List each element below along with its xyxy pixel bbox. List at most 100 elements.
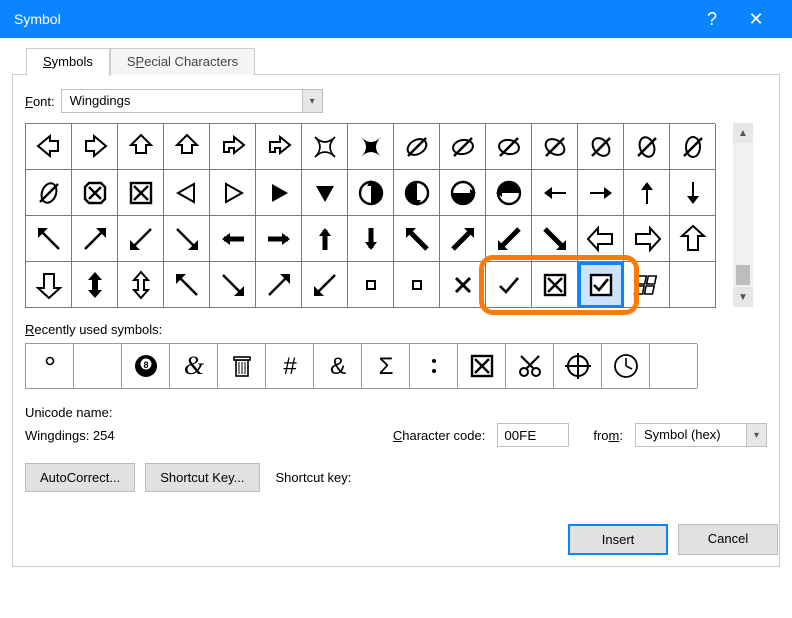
symbol-cell[interactable] xyxy=(118,124,164,170)
charcode-input[interactable] xyxy=(497,423,569,447)
symbol-cell[interactable] xyxy=(26,124,72,170)
font-dropdown-button[interactable]: ▾ xyxy=(302,90,322,112)
recent-symbol-cell[interactable] xyxy=(26,344,74,388)
font-value[interactable]: Wingdings xyxy=(62,90,302,112)
recent-symbol-cell[interactable]: 8 xyxy=(122,344,170,388)
symbol-cell[interactable] xyxy=(72,262,118,308)
symbol-cell[interactable] xyxy=(486,170,532,216)
symbol-cell[interactable] xyxy=(210,216,256,262)
symbol-grid[interactable] xyxy=(25,123,715,308)
font-row: Font: Wingdings ▾ xyxy=(25,89,767,113)
symbol-cell[interactable] xyxy=(578,170,624,216)
from-dropdown-button[interactable]: ▾ xyxy=(746,424,766,446)
dialog-content: Symbols SPecial Characters Font: Wingdin… xyxy=(0,38,792,567)
symbol-cell[interactable] xyxy=(440,262,486,308)
recent-symbol-cell[interactable] xyxy=(458,344,506,388)
symbol-cell[interactable] xyxy=(164,124,210,170)
from-value[interactable]: Symbol (hex) xyxy=(636,424,746,446)
symbol-cell[interactable] xyxy=(348,216,394,262)
symbol-cell[interactable] xyxy=(532,262,578,308)
symbol-cell[interactable] xyxy=(670,216,716,262)
font-dropdown[interactable]: Wingdings ▾ xyxy=(61,89,323,113)
shortcut-key-label: Shortcut key: xyxy=(276,470,352,485)
autocorrect-button[interactable]: AutoCorrect... xyxy=(25,463,135,492)
symbol-cell[interactable] xyxy=(348,124,394,170)
symbol-cell[interactable] xyxy=(210,124,256,170)
symbol-cell[interactable] xyxy=(302,124,348,170)
symbol-cell[interactable] xyxy=(624,124,670,170)
symbol-cell[interactable] xyxy=(118,216,164,262)
symbol-scrollbar[interactable]: ▲ ▼ xyxy=(733,123,753,307)
recent-symbol-cell[interactable]: # xyxy=(266,344,314,388)
symbol-cell[interactable] xyxy=(578,262,624,308)
symbol-cell[interactable] xyxy=(440,124,486,170)
symbol-cell[interactable] xyxy=(532,216,578,262)
symbol-cell[interactable] xyxy=(348,262,394,308)
tab-symbols[interactable]: Symbols xyxy=(26,48,110,76)
tab-special-characters[interactable]: SPecial Characters xyxy=(110,48,255,75)
symbol-cell[interactable] xyxy=(578,124,624,170)
symbol-cell[interactable] xyxy=(578,216,624,262)
recent-symbol-cell[interactable]: & xyxy=(170,344,218,388)
symbol-cell[interactable] xyxy=(302,262,348,308)
recent-symbol-cell[interactable]: & xyxy=(314,344,362,388)
symbol-cell[interactable] xyxy=(302,216,348,262)
symbol-cell[interactable] xyxy=(26,216,72,262)
symbol-cell[interactable] xyxy=(72,124,118,170)
symbol-cell[interactable] xyxy=(486,262,532,308)
symbol-cell[interactable] xyxy=(394,170,440,216)
symbol-cell[interactable] xyxy=(256,124,302,170)
symbol-cell[interactable] xyxy=(26,170,72,216)
symbol-cell[interactable] xyxy=(302,170,348,216)
symbol-cell[interactable] xyxy=(164,262,210,308)
symbol-cell[interactable] xyxy=(624,170,670,216)
scroll-down-button[interactable]: ▼ xyxy=(733,287,753,307)
symbol-cell[interactable] xyxy=(210,262,256,308)
symbol-cell[interactable] xyxy=(440,216,486,262)
recent-symbol-cell[interactable]: Σ xyxy=(362,344,410,388)
recent-symbol-cell[interactable] xyxy=(602,344,650,388)
symbol-cell[interactable] xyxy=(394,216,440,262)
symbol-cell[interactable] xyxy=(118,170,164,216)
symbol-cell[interactable] xyxy=(256,170,302,216)
symbol-cell[interactable] xyxy=(670,170,716,216)
symbol-cell[interactable] xyxy=(256,262,302,308)
recent-symbol-cell[interactable] xyxy=(650,344,698,388)
font-label: Font: xyxy=(25,94,55,109)
shortcut-key-button[interactable]: Shortcut Key... xyxy=(145,463,259,492)
symbol-cell[interactable] xyxy=(164,170,210,216)
symbol-cell[interactable] xyxy=(164,216,210,262)
scroll-up-button[interactable]: ▲ xyxy=(733,123,753,143)
chevron-down-icon: ▾ xyxy=(310,96,315,107)
options-row: AutoCorrect... Shortcut Key... Shortcut … xyxy=(25,463,767,492)
symbol-cell[interactable] xyxy=(394,262,440,308)
symbol-cell[interactable] xyxy=(624,262,670,308)
symbol-cell[interactable] xyxy=(256,216,302,262)
help-button[interactable]: ? xyxy=(690,0,734,38)
scroll-thumb[interactable] xyxy=(736,265,750,285)
symbol-cell[interactable] xyxy=(348,170,394,216)
symbol-cell[interactable] xyxy=(440,170,486,216)
recent-grid[interactable]: 8&#&Σ xyxy=(25,343,697,389)
symbol-cell[interactable] xyxy=(26,262,72,308)
recent-symbol-cell[interactable] xyxy=(554,344,602,388)
close-button[interactable]: ✕ xyxy=(734,0,778,38)
symbol-cell[interactable] xyxy=(670,124,716,170)
symbol-cell[interactable] xyxy=(532,124,578,170)
scroll-track[interactable] xyxy=(733,143,753,287)
symbol-cell[interactable] xyxy=(486,124,532,170)
symbol-cell[interactable] xyxy=(72,216,118,262)
recent-symbol-cell[interactable] xyxy=(506,344,554,388)
symbol-cell[interactable] xyxy=(72,170,118,216)
symbol-cell[interactable] xyxy=(670,262,716,308)
recent-symbol-cell[interactable] xyxy=(74,344,122,388)
from-dropdown[interactable]: Symbol (hex) ▾ xyxy=(635,423,767,447)
symbol-cell[interactable] xyxy=(624,216,670,262)
recent-symbol-cell[interactable] xyxy=(410,344,458,388)
symbol-cell[interactable] xyxy=(210,170,256,216)
symbol-cell[interactable] xyxy=(118,262,164,308)
symbol-cell[interactable] xyxy=(486,216,532,262)
symbol-cell[interactable] xyxy=(394,124,440,170)
recent-symbol-cell[interactable] xyxy=(218,344,266,388)
symbol-cell[interactable] xyxy=(532,170,578,216)
